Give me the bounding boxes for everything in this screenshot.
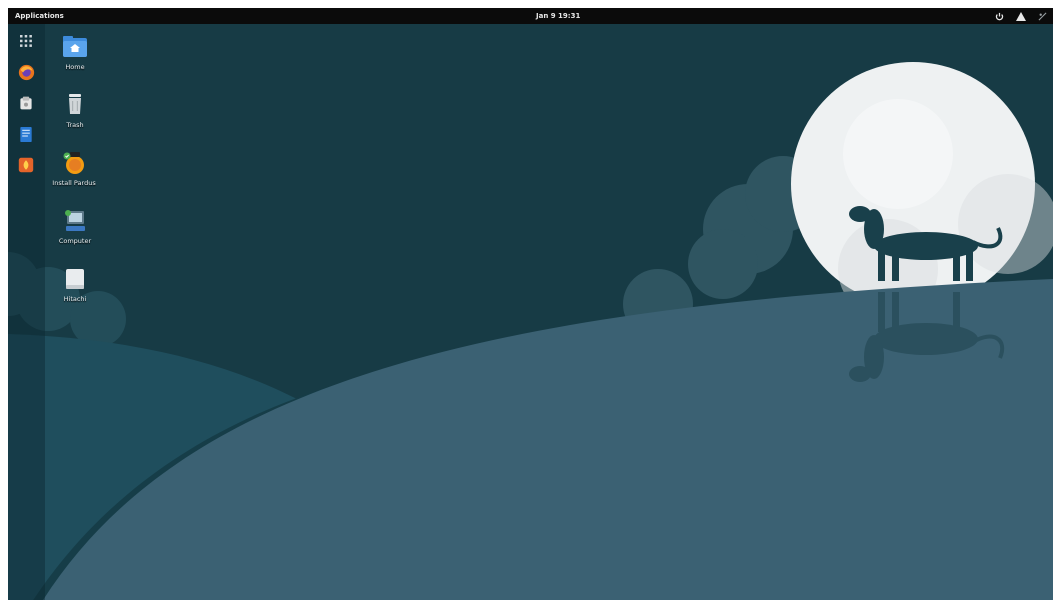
computer-icon bbox=[62, 208, 88, 234]
home-folder-icon bbox=[62, 34, 88, 60]
desktop-icon-label: Trash bbox=[66, 121, 84, 129]
software-icon[interactable] bbox=[17, 94, 35, 112]
libreoffice-writer-icon[interactable] bbox=[17, 125, 35, 143]
desktop-icon-label: Home bbox=[65, 63, 85, 71]
dash-dock bbox=[8, 24, 45, 600]
top-panel: Applications Jan 9 19:31 bbox=[8, 8, 1053, 24]
desktop-icon-home[interactable]: Home bbox=[45, 34, 105, 71]
installer-icon[interactable] bbox=[17, 156, 35, 174]
install-pardus-icon bbox=[61, 150, 87, 176]
desktop-icon-label: Install Pardus bbox=[52, 179, 96, 187]
desktop-icon-trash[interactable]: Trash bbox=[45, 92, 105, 129]
volume-icon[interactable] bbox=[1038, 12, 1047, 21]
desktop-icon-computer[interactable]: Computer bbox=[45, 208, 105, 245]
desktop-icon-label: Hitachi bbox=[63, 295, 87, 303]
drive-icon bbox=[62, 266, 88, 292]
desktop-icon-hitachi[interactable]: Hitachi bbox=[45, 266, 105, 303]
app-grid-icon[interactable] bbox=[17, 32, 35, 50]
clock[interactable]: Jan 9 19:31 bbox=[536, 8, 580, 24]
power-icon[interactable] bbox=[995, 12, 1004, 21]
applications-menu[interactable]: Applications bbox=[15, 8, 64, 24]
desktop-screen: Applications Jan 9 19:31 Home Trash Inst… bbox=[8, 8, 1053, 600]
desktop-icon-install-pardus[interactable]: Install Pardus bbox=[44, 150, 104, 187]
firefox-icon[interactable] bbox=[17, 63, 35, 81]
desktop-icon-label: Computer bbox=[58, 237, 92, 245]
system-tray[interactable] bbox=[995, 8, 1053, 24]
trash-icon bbox=[62, 92, 88, 118]
network-icon[interactable] bbox=[1016, 11, 1026, 21]
desktop-wallpaper bbox=[8, 24, 1053, 600]
